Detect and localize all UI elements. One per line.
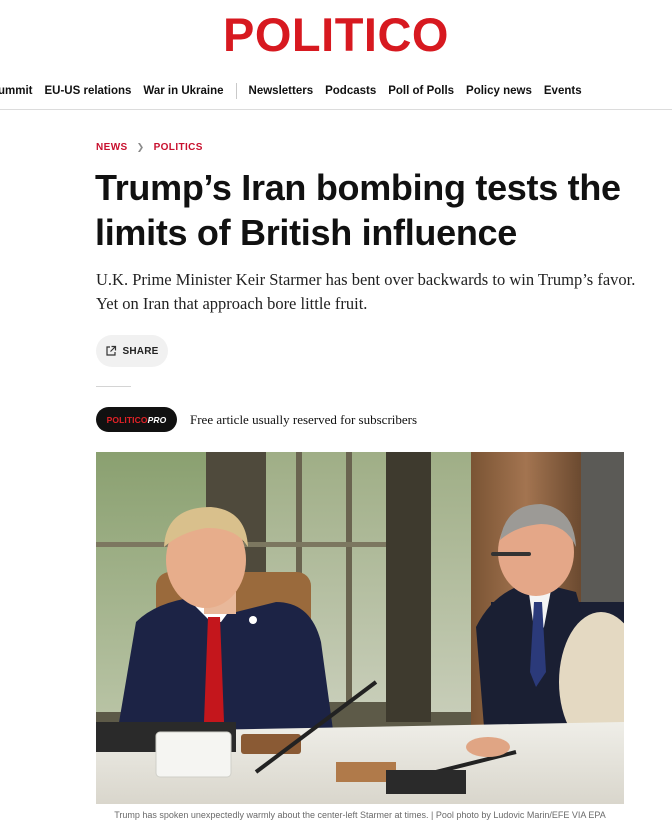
nav-item-eu-us-relations[interactable]: EU-US relations	[39, 85, 138, 97]
photo-caption: Trump has spoken unexpectedly warmly abo…	[114, 810, 606, 820]
pro-badge-pro: PRO	[147, 414, 167, 425]
nav-item-policy-news[interactable]: Policy news	[460, 85, 538, 97]
share-button[interactable]: SHARE	[96, 335, 168, 367]
share-label: SHARE	[122, 345, 159, 357]
nav-item-newsletters[interactable]: Newsletters	[243, 85, 320, 97]
pro-note: Free article usually reserved for subscr…	[190, 412, 418, 427]
nav-divider	[235, 83, 237, 99]
top-nav: ummit EU-US relations War in Ukraine New…	[0, 82, 588, 100]
article-photo-illustration	[96, 452, 624, 804]
nav-item-events[interactable]: Events	[538, 85, 588, 97]
share-icon	[105, 345, 117, 357]
divider	[96, 386, 131, 387]
breadcrumb-news[interactable]: NEWS	[96, 142, 128, 153]
article-dek: U.K. Prime Minister Keir Starmer has ben…	[96, 270, 636, 313]
pro-badge-politico: POLITICO	[106, 414, 148, 425]
nav-item-podcasts[interactable]: Podcasts	[319, 85, 382, 97]
nav-item-summit[interactable]: ummit	[0, 85, 39, 97]
breadcrumb-politics[interactable]: POLITICS	[154, 142, 203, 153]
article-headline: Trump’s Iran bombing tests the limits of…	[95, 167, 621, 253]
nav-item-poll-of-polls[interactable]: Poll of Polls	[382, 85, 460, 97]
nav-divider-line	[0, 109, 672, 110]
nav-item-war-in-ukraine[interactable]: War in Ukraine	[137, 85, 229, 97]
article-photo	[96, 452, 624, 804]
chevron-right-icon: ❯	[136, 142, 145, 152]
breadcrumb: NEWS ❯ POLITICS	[96, 142, 203, 153]
politico-logo[interactable]: POLITICO	[0, 8, 672, 62]
politico-pro-badge[interactable]: POLITICO PRO	[96, 407, 177, 432]
